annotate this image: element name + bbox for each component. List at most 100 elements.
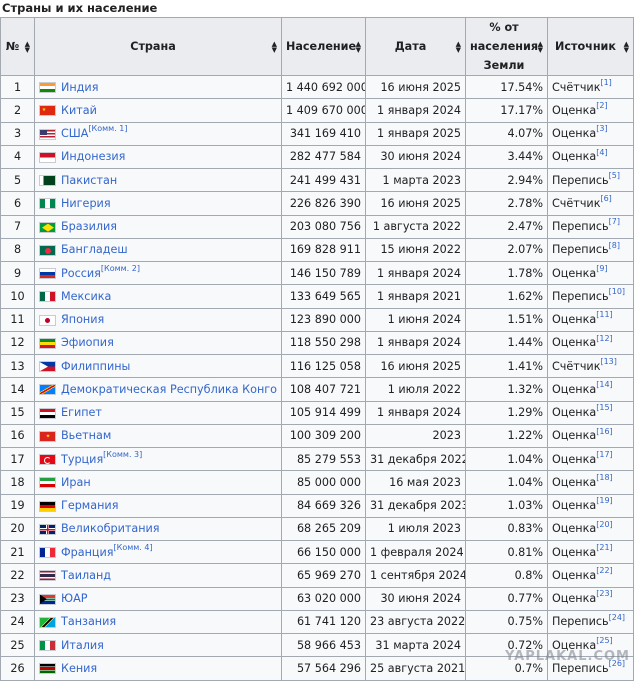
- reference-link[interactable]: [25]: [596, 636, 612, 645]
- country-link[interactable]: Бангладеш: [61, 243, 128, 256]
- cell-percent: 0.75%: [465, 609, 548, 635]
- reference-link[interactable]: [11]: [596, 310, 612, 319]
- cell-percent: 0.81%: [465, 539, 548, 565]
- reference-link[interactable]: [9]: [596, 264, 607, 273]
- reference-link[interactable]: [22]: [596, 566, 612, 575]
- ref-sup: [16]: [596, 427, 612, 436]
- reference-link[interactable]: [4]: [596, 148, 607, 157]
- cell-population: 57 564 296: [281, 656, 366, 681]
- reference-link[interactable]: [16]: [596, 427, 612, 436]
- country-link[interactable]: Индия: [61, 81, 98, 94]
- country-link[interactable]: США: [61, 127, 88, 140]
- cell-source: Перепись[10]: [547, 284, 634, 309]
- reference-link[interactable]: [24]: [609, 613, 625, 622]
- cell-rank: 18: [0, 470, 35, 495]
- country-link[interactable]: Вьетнам: [61, 429, 111, 442]
- header-percent[interactable]: % от населения Земли ▲ ▼: [465, 17, 548, 76]
- country-link[interactable]: Нигерия: [61, 197, 111, 210]
- reference-link[interactable]: [12]: [596, 334, 612, 343]
- cell-source: Оценка[17]: [547, 446, 634, 472]
- reference-link[interactable]: [15]: [596, 403, 612, 412]
- cell-percent: 2.47%: [465, 214, 548, 239]
- country-link[interactable]: Пакистан: [61, 174, 117, 187]
- country-link[interactable]: Танзания: [61, 615, 116, 628]
- reference-link[interactable]: [5]: [609, 171, 620, 180]
- cell-source: Счётчик[6]: [547, 191, 634, 216]
- country-link[interactable]: Япония: [61, 313, 104, 326]
- country-link[interactable]: Демократическая Республика Конго: [61, 383, 277, 396]
- cell-rank: 13: [0, 353, 35, 379]
- reference-link[interactable]: [23]: [596, 589, 612, 598]
- ref-sup: [8]: [609, 241, 620, 250]
- header-date[interactable]: Дата ▲ ▼: [365, 17, 466, 76]
- reference-link[interactable]: [8]: [609, 241, 620, 250]
- cell-percent: 1.22%: [465, 423, 548, 449]
- cell-percent: 17.17%: [465, 98, 548, 123]
- country-link[interactable]: Турция: [61, 453, 103, 466]
- country-link[interactable]: Бразилия: [61, 220, 117, 233]
- country-link[interactable]: ЮАР: [61, 592, 87, 605]
- country-link[interactable]: Мексика: [61, 290, 111, 303]
- header-source[interactable]: Источник ▲ ▼: [547, 17, 634, 76]
- country-link[interactable]: Германия: [61, 499, 118, 512]
- comment-link[interactable]: [Комм. 4]: [114, 543, 153, 552]
- reference-link[interactable]: [10]: [609, 287, 625, 296]
- sort-icon[interactable]: ▲ ▼: [272, 40, 277, 53]
- ref-sup: [12]: [596, 334, 612, 343]
- flag-disc-icon: [45, 247, 51, 254]
- cell-source: Счётчик[1]: [547, 74, 634, 100]
- reference-link[interactable]: [18]: [596, 473, 612, 482]
- cell-percent: 2.78%: [465, 191, 548, 216]
- reference-link[interactable]: [19]: [596, 496, 612, 505]
- reference-link[interactable]: [14]: [596, 380, 612, 389]
- header-country[interactable]: Страна ▲ ▼: [34, 17, 282, 76]
- country-link[interactable]: Египет: [61, 406, 102, 419]
- sort-icon[interactable]: ▲ ▼: [456, 40, 461, 53]
- source-label: Оценка: [552, 592, 597, 606]
- flag-egypt-icon: [39, 407, 56, 419]
- comment-link[interactable]: [Комм. 3]: [103, 450, 142, 459]
- header-rank[interactable]: № ▲ ▼: [0, 17, 35, 76]
- reference-link[interactable]: [13]: [600, 357, 616, 366]
- header-population[interactable]: Население ▲ ▼: [281, 17, 366, 76]
- country-link[interactable]: Великобритания: [61, 522, 160, 535]
- sort-icon[interactable]: ▲ ▼: [25, 40, 30, 53]
- cell-population: 85 000 000: [281, 470, 366, 495]
- cell-date: 1 сентября 2024: [365, 563, 466, 588]
- reference-link[interactable]: [2]: [596, 101, 607, 110]
- cell-country: Иран: [34, 470, 282, 495]
- sort-icon[interactable]: ▲ ▼: [356, 40, 361, 53]
- table-caption: Страны и их население: [2, 1, 158, 15]
- country-link[interactable]: Кения: [61, 662, 97, 675]
- ref-sup: [1]: [600, 78, 611, 87]
- source-label: Перепись: [552, 289, 609, 303]
- cell-source: Оценка[21]: [547, 539, 634, 565]
- sort-icon[interactable]: ▲ ▼: [538, 40, 543, 53]
- cell-source: Оценка[9]: [547, 260, 634, 286]
- reference-link[interactable]: [1]: [600, 78, 611, 87]
- comment-link[interactable]: [Комм. 1]: [88, 124, 127, 133]
- country-link[interactable]: Италия: [61, 639, 104, 652]
- country-link[interactable]: Иран: [61, 476, 91, 489]
- reference-link[interactable]: [20]: [596, 520, 612, 529]
- cell-rank: 19: [0, 493, 35, 518]
- country-link[interactable]: Китай: [61, 104, 97, 117]
- country-link[interactable]: Таиланд: [61, 569, 111, 582]
- reference-link[interactable]: [21]: [596, 543, 612, 552]
- country-link[interactable]: Индонезия: [61, 150, 125, 163]
- table-row: 8 Бангладеш 169 828 911 15 июня 2022 2.07% Пе…: [0, 237, 634, 263]
- country-link[interactable]: Франция: [61, 546, 114, 559]
- table-row: 7 Бразилия 203 080 756 1 августа 2022 2.47% П…: [0, 214, 634, 239]
- sort-icon[interactable]: ▲ ▼: [624, 40, 629, 53]
- source-label: Оценка: [552, 313, 597, 327]
- country-link[interactable]: Эфиопия: [61, 336, 114, 349]
- country-link[interactable]: Россия: [61, 267, 101, 280]
- comment-link[interactable]: [Комм. 2]: [101, 264, 140, 273]
- cell-date: 1 февраля 2024: [365, 539, 466, 565]
- cell-country: Египет: [34, 400, 282, 425]
- reference-link[interactable]: [3]: [596, 124, 607, 133]
- reference-link[interactable]: [6]: [600, 194, 611, 203]
- country-link[interactable]: Филиппины: [61, 360, 130, 373]
- reference-link[interactable]: [7]: [609, 217, 620, 226]
- reference-link[interactable]: [17]: [596, 450, 612, 459]
